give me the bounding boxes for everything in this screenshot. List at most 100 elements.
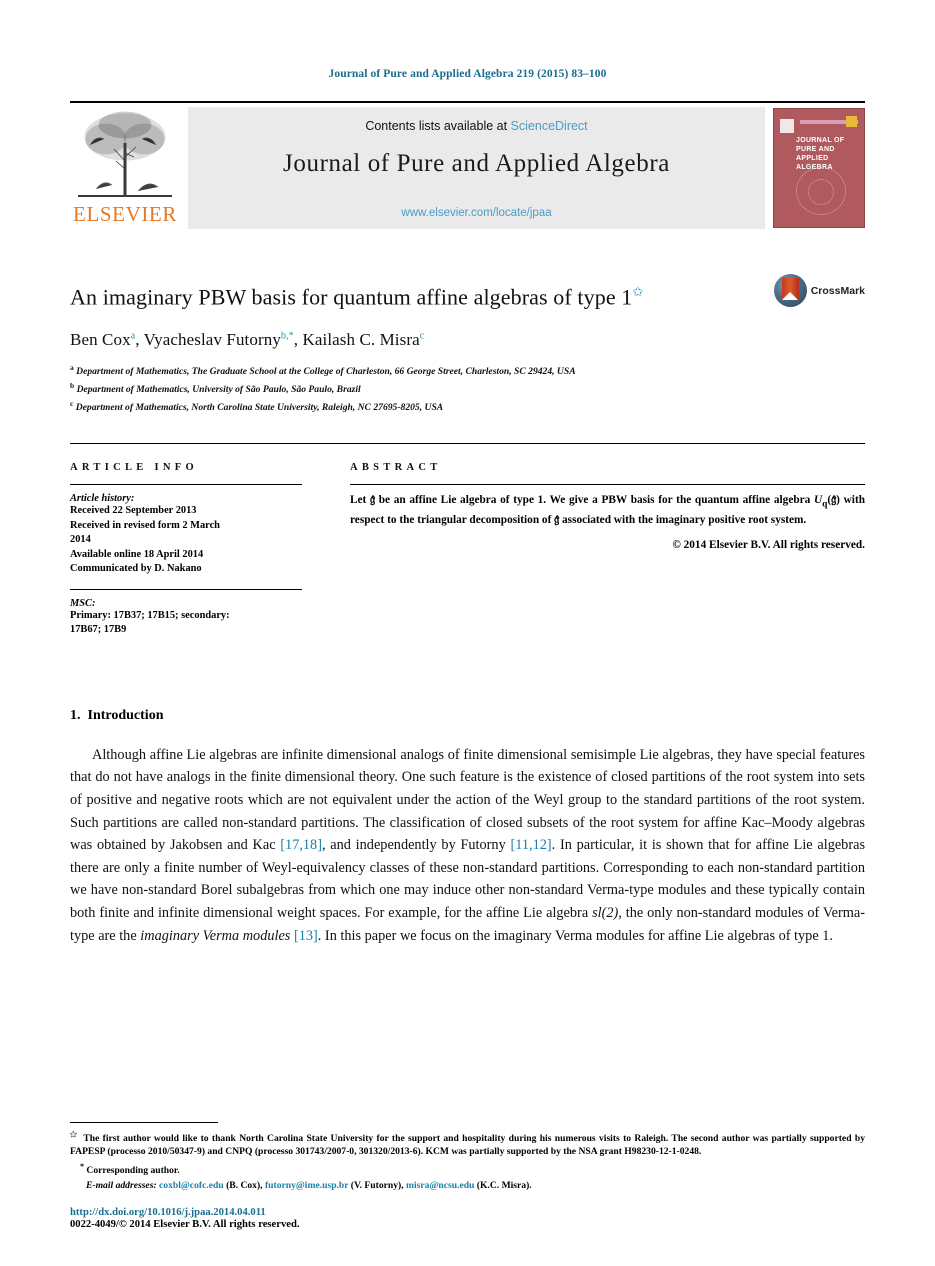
section-heading-introduction: 1. Introduction: [70, 708, 865, 724]
msc-lines: Primary: 17B37; 17B15; secondary: 17B67;…: [70, 609, 302, 638]
abstract-copyright: © 2014 Elsevier B.V. All rights reserved…: [672, 538, 865, 551]
email-link[interactable]: futorny@ime.usp.br: [265, 1180, 348, 1191]
footnote-emails: E-mail addresses: coxbl@cofc.edu (B. Cox…: [86, 1180, 532, 1191]
footnote-funding-text: The first author would like to thank Nor…: [70, 1132, 865, 1157]
article-history-lines: Received 22 September 2013 Received in r…: [70, 504, 302, 577]
msc-label: MSC:: [70, 597, 96, 609]
affiliation-item: c Department of Mathematics, North Carol…: [70, 397, 865, 415]
abstract-rule: [350, 484, 865, 486]
affiliation-list: a Department of Mathematics, The Graduat…: [70, 361, 865, 414]
masthead-center-band: Contents lists available at ScienceDirec…: [188, 107, 765, 229]
email-link[interactable]: misra@ncsu.edu: [406, 1180, 474, 1191]
author-name[interactable]: Vyacheslav Futorny: [144, 330, 281, 349]
msc-block: MSC: Primary: 17B37; 17B15; secondary: 1…: [70, 588, 302, 638]
affiliation-text: Department of Mathematics, North Carolin…: [75, 401, 444, 413]
page-title: An imaginary PBW basis for quantum affin…: [70, 278, 865, 311]
article-info-rule: [70, 484, 302, 486]
article-history-label: Article history:: [70, 493, 135, 505]
math-symbol: sl(2): [592, 905, 619, 922]
abstract-seg: Let: [350, 494, 371, 507]
affiliation-mark: a: [70, 363, 74, 373]
citation-link[interactable]: [11,12]: [510, 837, 551, 853]
elsevier-tree-icon: [76, 109, 174, 201]
history-line: Received 22 September 2013: [70, 505, 197, 517]
corresponding-text: Corresponding author.: [86, 1165, 180, 1176]
journal-title: Journal of Pure and Applied Algebra: [283, 150, 670, 177]
abstract-symbol-u: U: [813, 494, 823, 507]
corresponding-marker: *: [80, 1161, 84, 1171]
cover-square-decoration: [846, 116, 857, 127]
section-title: Introduction: [87, 707, 164, 723]
history-line: 2014: [70, 534, 91, 546]
info-section-rule: [70, 443, 865, 445]
footnote-funding: ✩ The first author would like to thank N…: [70, 1128, 865, 1158]
abstract-text: Let 𝔤̂ be an affine Lie algebra of type …: [350, 493, 865, 527]
elsevier-wordmark: ELSEVIER: [73, 202, 177, 226]
footnote-star-marker: ✩: [70, 1129, 77, 1139]
author-affil-mark: b,*: [280, 330, 294, 342]
page-footer: http://dx.doi.org/10.1016/j.jpaa.2014.04…: [70, 1207, 300, 1230]
history-line: Available online 18 April 2014: [70, 548, 204, 560]
author-name[interactable]: Ben Cox: [70, 330, 131, 349]
msc-line: Primary: 17B37; 17B15; secondary:: [70, 609, 230, 621]
msc-rule: [70, 588, 302, 590]
history-line: Communicated by D. Nakano: [70, 563, 202, 575]
abstract-column: ABSTRACT Let 𝔤̂ be an affine Lie algebra…: [350, 462, 865, 638]
emphasized-term: imaginary Verma modules: [140, 927, 291, 944]
author-name[interactable]: Kailash C. Misra: [302, 330, 419, 349]
email-link[interactable]: coxbl@cofc.edu: [159, 1180, 224, 1191]
affiliation-mark: c: [70, 398, 74, 408]
crossmark-icon: [773, 274, 807, 307]
article-page: Journal of Pure and Applied Algebra 219 …: [0, 0, 935, 1266]
affiliation-item: a Department of Mathematics, The Graduat…: [70, 361, 865, 379]
affiliation-mark: b: [70, 381, 75, 391]
email-label: E-mail addresses:: [86, 1180, 157, 1191]
abstract-seg: associated with the imaginary positive r…: [559, 513, 807, 526]
author-affil-mark: c: [419, 330, 425, 342]
footnote-corresponding: * Corresponding author.: [70, 1160, 865, 1177]
email-owner: (B. Cox): [226, 1180, 261, 1191]
contents-available-line: Contents lists available at ScienceDirec…: [365, 119, 587, 133]
section-number: 1.: [70, 707, 81, 723]
article-info-heading: ARTICLE INFO: [70, 462, 198, 474]
info-abstract-columns: ARTICLE INFO Article history: Received 2…: [70, 462, 865, 638]
issn-copyright-line: 0022-4049/© 2014 Elsevier B.V. All right…: [70, 1219, 300, 1230]
abstract-seg: be an affine Lie algebra of type 1. We g…: [375, 494, 814, 507]
running-head: Journal of Pure and Applied Algebra 219 …: [328, 68, 607, 80]
cover-title-text: JOURNAL OF PURE AND APPLIED ALGEBRA: [796, 137, 845, 171]
abstract-heading: ABSTRACT: [350, 462, 442, 474]
cover-elsevier-mark-icon: [780, 119, 794, 133]
journal-cover-thumbnail[interactable]: JOURNAL OF PURE AND APPLIED ALGEBRA: [773, 108, 865, 228]
journal-masthead: ELSEVIER Contents lists available at Sci…: [70, 107, 865, 229]
footnote-rule: [70, 1121, 218, 1123]
sciencedirect-link[interactable]: ScienceDirect: [511, 119, 588, 133]
author-list: Ben Coxa, Vyacheslav Futornyb,*, Kailash…: [70, 330, 425, 350]
author-affil-mark: a: [130, 330, 136, 342]
email-owner: (K.C. Misra): [476, 1180, 530, 1191]
affiliation-item: b Department of Mathematics, University …: [70, 379, 865, 397]
affiliation-text: Department of Mathematics, University of…: [76, 384, 361, 396]
elsevier-logo[interactable]: ELSEVIER: [70, 107, 180, 229]
history-line: Received in revised form 2 March: [70, 519, 220, 531]
article-title-text: An imaginary PBW basis for quantum affin…: [70, 284, 633, 310]
introduction-paragraph: Although affine Lie algebras are infinit…: [70, 744, 865, 947]
journal-homepage-link[interactable]: www.elsevier.com/locate/jpaa: [188, 207, 765, 219]
paragraph-text: , and independently by Futorny: [321, 837, 511, 854]
title-footnote-marker[interactable]: ✩: [632, 284, 643, 299]
citation-link[interactable]: [13]: [294, 928, 318, 944]
crossmark-label: CrossMark: [810, 284, 865, 297]
email-owner: (V. Futorny): [350, 1180, 402, 1191]
title-block: CrossMark An imaginary PBW basis for qua…: [70, 274, 865, 414]
abstract-symbol-arg: (𝔤̂): [827, 494, 840, 507]
masthead-top-rule: [70, 101, 865, 103]
contents-prefix: Contents lists available at: [365, 119, 511, 133]
footnote-area: ✩ The first author would like to thank N…: [70, 1121, 865, 1192]
cover-artwork-inner-icon: [808, 179, 834, 205]
affiliation-text: Department of Mathematics, The Graduate …: [76, 366, 576, 378]
paragraph-text: . In this paper we focus on the imaginar…: [317, 927, 833, 944]
crossmark-badge[interactable]: CrossMark: [773, 274, 865, 307]
msc-line: 17B67; 17B9: [70, 624, 127, 636]
citation-link[interactable]: [17,18]: [280, 837, 322, 853]
article-info-column: ARTICLE INFO Article history: Received 2…: [70, 462, 302, 638]
doi-link[interactable]: http://dx.doi.org/10.1016/j.jpaa.2014.04…: [70, 1207, 300, 1218]
